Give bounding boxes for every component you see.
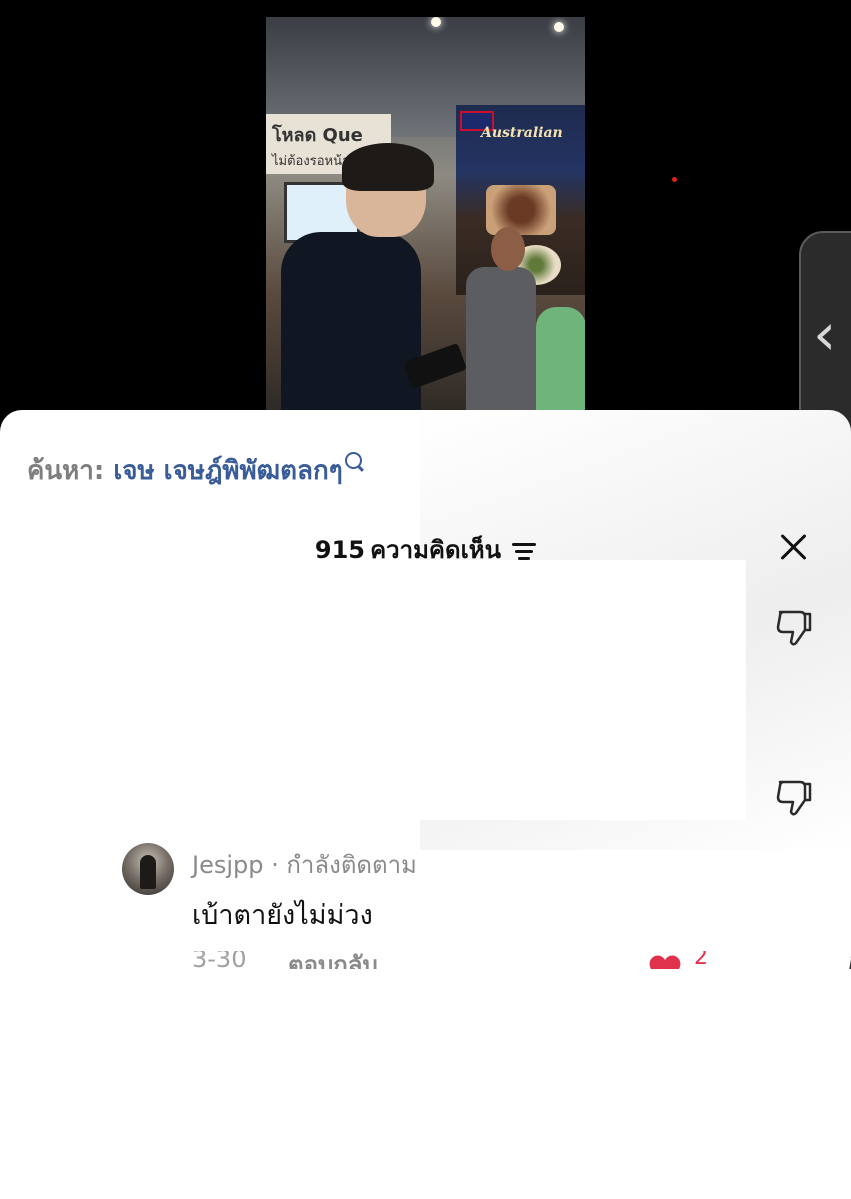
reply-button[interactable]: ตอบกลับ (288, 951, 378, 969)
video-player[interactable]: โหลด Que ไม่ต้องรอหน้า Australian (266, 17, 585, 412)
sort-lines-icon[interactable] (512, 543, 537, 561)
video-scene-person (281, 232, 421, 412)
thumbs-down-icon[interactable] (774, 608, 814, 648)
comment-author[interactable]: Jesjpp · กำลังติดตาม (192, 845, 417, 884)
comment-text: เบ้าตายังไม่ม่วง (192, 900, 373, 931)
chevron-left-icon: ‹ (813, 300, 837, 368)
comment-time: 3-30 (192, 951, 247, 969)
follow-status: · กำลังติดตาม (271, 851, 417, 879)
search-query[interactable]: เจษ เจษฎ์พิพัฒตลกๆ (113, 456, 342, 486)
thumbs-down-icon[interactable] (846, 953, 851, 969)
close-icon[interactable] (777, 530, 811, 564)
comments-sheet: ค้นหา: เจษ เจษฎ์พิพัฒตลกๆ 915 ความคิดเห็… (0, 410, 851, 1199)
comment-meta: 3-30 ตอบกลับ 2 (192, 951, 851, 969)
search-icon (344, 452, 362, 469)
thumbs-down-icon[interactable] (774, 778, 814, 818)
video-overlay: โหลด Que ไม่ต้องรอหน้า Australian (0, 0, 851, 440)
recording-dot (672, 177, 677, 182)
avatar[interactable] (122, 843, 174, 895)
search-label: ค้นหา: (27, 456, 105, 486)
like-count: 2 (694, 951, 708, 969)
heart-icon[interactable] (647, 953, 683, 969)
username[interactable]: Jesjpp (192, 851, 263, 879)
comment-loading-area (0, 560, 746, 820)
search-suggestion[interactable]: ค้นหา: เจษ เจษฎ์พิพัฒตลกๆ (27, 450, 362, 491)
